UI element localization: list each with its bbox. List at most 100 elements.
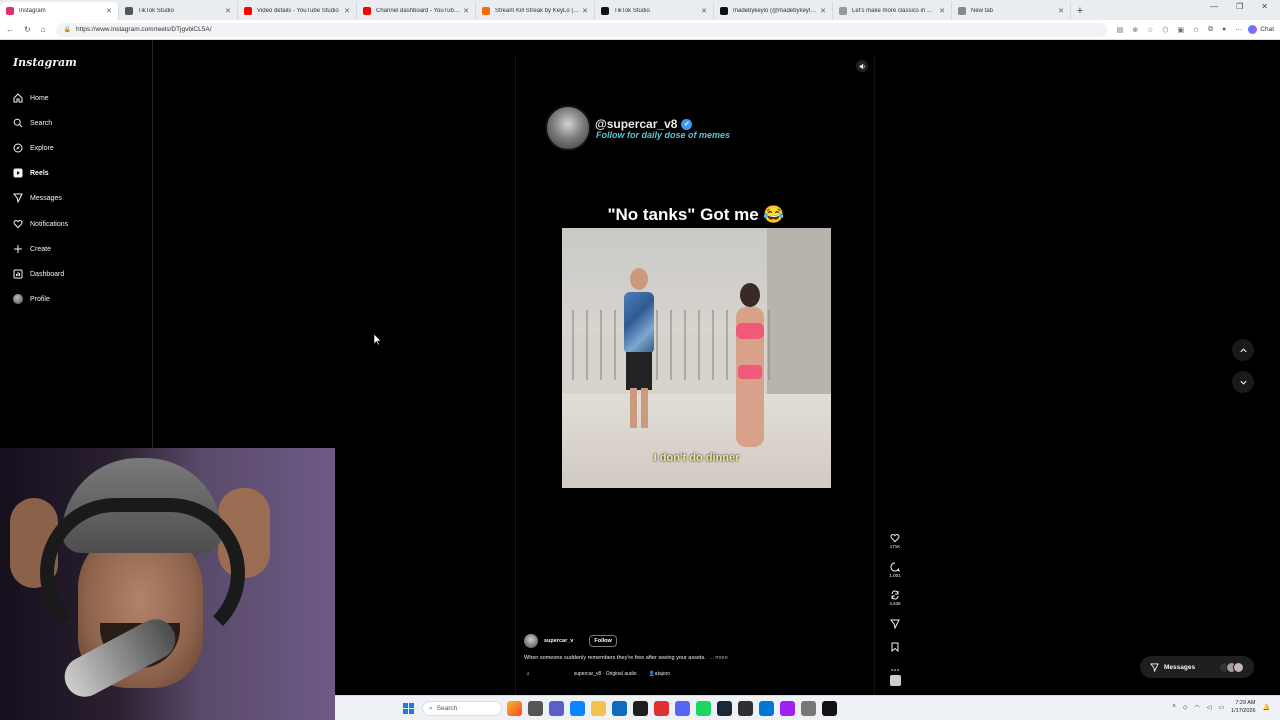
terminal-icon[interactable] bbox=[633, 701, 648, 716]
tab-close-icon[interactable]: ✕ bbox=[106, 7, 112, 15]
sidebar-item-home[interactable]: Home bbox=[13, 90, 49, 106]
sidebar-item-messages[interactable]: Messages bbox=[13, 190, 62, 206]
discord-icon[interactable] bbox=[675, 701, 690, 716]
reel-video-frame[interactable]: I don't do dinner bbox=[562, 228, 831, 488]
more-link[interactable]: ... more bbox=[709, 655, 728, 661]
tab-favicon-icon bbox=[6, 7, 14, 15]
save-button[interactable] bbox=[883, 642, 907, 652]
favorites-icon[interactable]: ✩ bbox=[1193, 26, 1199, 34]
messages-floating-button[interactable]: Messages bbox=[1140, 656, 1254, 678]
browser-tab[interactable]: TikTok Studio ✕ bbox=[119, 2, 238, 20]
sidebar-item-explore[interactable]: Explore bbox=[13, 140, 54, 156]
app-dark-icon[interactable] bbox=[822, 701, 837, 716]
browser-tab[interactable]: Video details - YouTube Studio ✕ bbox=[238, 2, 357, 20]
instagram-logo[interactable]: Instagram bbox=[13, 56, 77, 69]
more-options-button[interactable] bbox=[883, 665, 907, 675]
reel-description-text: When someone suddenly remembers they're … bbox=[524, 655, 706, 661]
minimize-icon[interactable]: — bbox=[1210, 2, 1218, 11]
volume-icon[interactable]: ◁ bbox=[1207, 704, 1212, 711]
twitch-icon[interactable] bbox=[780, 701, 795, 716]
browser-tab[interactable]: Channel dashboard - YouTube Stu ✕ bbox=[357, 2, 476, 20]
browser-tab[interactable]: Let's make more classics in 10 mi ✕ bbox=[833, 2, 952, 20]
tab-label: Let's make more classics in 10 mi bbox=[852, 8, 937, 14]
tab-close-icon[interactable]: ✕ bbox=[939, 7, 945, 15]
wifi-icon[interactable]: ◠ bbox=[1195, 704, 1200, 711]
avatar[interactable] bbox=[524, 634, 538, 648]
copilot-chat-button[interactable]: Chat bbox=[1248, 25, 1274, 34]
battery-icon[interactable]: ▭ bbox=[1218, 704, 1224, 711]
app-red-icon[interactable] bbox=[654, 701, 669, 716]
sidebar-item-dashboard[interactable]: Dashboard bbox=[13, 266, 64, 282]
tab-close-icon[interactable]: ✕ bbox=[701, 7, 707, 15]
teams-icon[interactable] bbox=[549, 701, 564, 716]
split-screen-icon[interactable]: ▣ bbox=[1178, 26, 1185, 34]
tab-close-icon[interactable]: ✕ bbox=[225, 7, 231, 15]
browser-tab[interactable]: TikTok Studio ✕ bbox=[595, 2, 714, 20]
tab-close-icon[interactable]: ✕ bbox=[820, 7, 826, 15]
edge-icon[interactable] bbox=[570, 701, 585, 716]
audio-thumbnail[interactable] bbox=[890, 675, 901, 686]
send-icon bbox=[890, 619, 900, 629]
zoom-icon[interactable]: ⊕ bbox=[1132, 26, 1138, 34]
tab-close-icon[interactable]: ✕ bbox=[344, 7, 350, 15]
close-icon[interactable]: ✕ bbox=[1261, 2, 1268, 11]
sidebar-item-profile[interactable]: Profile bbox=[13, 291, 50, 307]
extensions-icon[interactable]: ⬡ bbox=[1162, 26, 1168, 34]
previous-reel-button[interactable] bbox=[1232, 339, 1254, 361]
start-button[interactable] bbox=[403, 703, 414, 714]
sidebar-item-search[interactable]: Search bbox=[13, 115, 52, 131]
tagged-user[interactable]: atajoro bbox=[655, 671, 670, 677]
browser-tab[interactable]: Instagram ✕ bbox=[0, 2, 119, 20]
tab-label: madebykeylo (@madebykeylomu bbox=[733, 8, 818, 14]
back-icon[interactable]: ← bbox=[6, 25, 14, 34]
sidebar-item-label: Create bbox=[30, 245, 52, 253]
reader-icon[interactable]: ▤ bbox=[1117, 26, 1124, 34]
share-button[interactable] bbox=[883, 619, 907, 629]
tab-label: Channel dashboard - YouTube Stu bbox=[376, 8, 461, 14]
spotify-icon[interactable] bbox=[696, 701, 711, 716]
file-explorer-icon[interactable] bbox=[591, 701, 606, 716]
browser-tab[interactable]: New tab ✕ bbox=[952, 2, 1071, 20]
browser-tab[interactable]: Stream Kill Streak by KeyLo | Liste ✕ bbox=[476, 2, 595, 20]
home-icon[interactable]: ⌂ bbox=[41, 25, 46, 34]
profile-avatar-icon[interactable]: ● bbox=[1222, 26, 1226, 33]
audio-link[interactable]: supercar_v8 · Original audio bbox=[574, 671, 637, 677]
store-icon[interactable] bbox=[612, 701, 627, 716]
tab-close-icon[interactable]: ✕ bbox=[1058, 7, 1064, 15]
follow-button[interactable]: Follow bbox=[589, 635, 617, 647]
chevron-up-icon[interactable]: ˄ bbox=[1172, 704, 1176, 710]
maximize-icon[interactable]: ❐ bbox=[1236, 2, 1243, 11]
url-field[interactable]: 🔒 https://www.instagram.com/reels/DTjgvb… bbox=[55, 22, 1107, 37]
tab-close-icon[interactable]: ✕ bbox=[463, 7, 469, 15]
browser-tab[interactable]: madebykeylo (@madebykeylomu ✕ bbox=[714, 2, 833, 20]
video-person-left bbox=[624, 268, 654, 428]
widgets-icon[interactable] bbox=[507, 701, 522, 716]
clock[interactable]: 7:29 AM 1/17/2026 bbox=[1231, 699, 1255, 715]
reel-player[interactable]: @supercar_v8 ✓ Follow for daily dose of … bbox=[515, 55, 901, 695]
network-icon[interactable]: ◇ bbox=[1183, 704, 1188, 711]
bookmark-icon bbox=[891, 642, 899, 652]
collections-icon[interactable]: ⧉ bbox=[1208, 26, 1213, 34]
tab-close-icon[interactable]: ✕ bbox=[582, 7, 588, 15]
more-icon[interactable]: ⋯ bbox=[1235, 26, 1242, 34]
settings-icon[interactable] bbox=[801, 701, 816, 716]
comment-button[interactable]: 1,001 bbox=[883, 562, 907, 578]
mute-button[interactable] bbox=[856, 60, 868, 72]
task-view-icon[interactable] bbox=[528, 701, 543, 716]
reload-icon[interactable]: ↻ bbox=[24, 25, 31, 34]
send-icon bbox=[13, 193, 23, 203]
new-tab-button[interactable]: + bbox=[1071, 2, 1089, 20]
notification-bell-icon[interactable]: 🔔 bbox=[1263, 704, 1270, 711]
star-icon[interactable]: ☆ bbox=[1147, 26, 1153, 34]
like-button[interactable]: 171K bbox=[883, 533, 907, 549]
steam-icon[interactable] bbox=[717, 701, 732, 716]
repost-button[interactable]: 4,536 bbox=[883, 590, 907, 606]
sidebar-item-create[interactable]: Create bbox=[13, 241, 51, 257]
next-reel-button[interactable] bbox=[1232, 371, 1254, 393]
obs-icon[interactable] bbox=[738, 701, 753, 716]
sidebar-item-reels[interactable]: Reels bbox=[13, 165, 49, 181]
reel-username[interactable]: supercar_v bbox=[544, 638, 573, 644]
sidebar-item-notifications[interactable]: Notifications bbox=[13, 216, 68, 232]
taskbar-search[interactable]: ⌕ Search bbox=[422, 701, 502, 716]
copilot-taskbar-icon[interactable] bbox=[759, 701, 774, 716]
